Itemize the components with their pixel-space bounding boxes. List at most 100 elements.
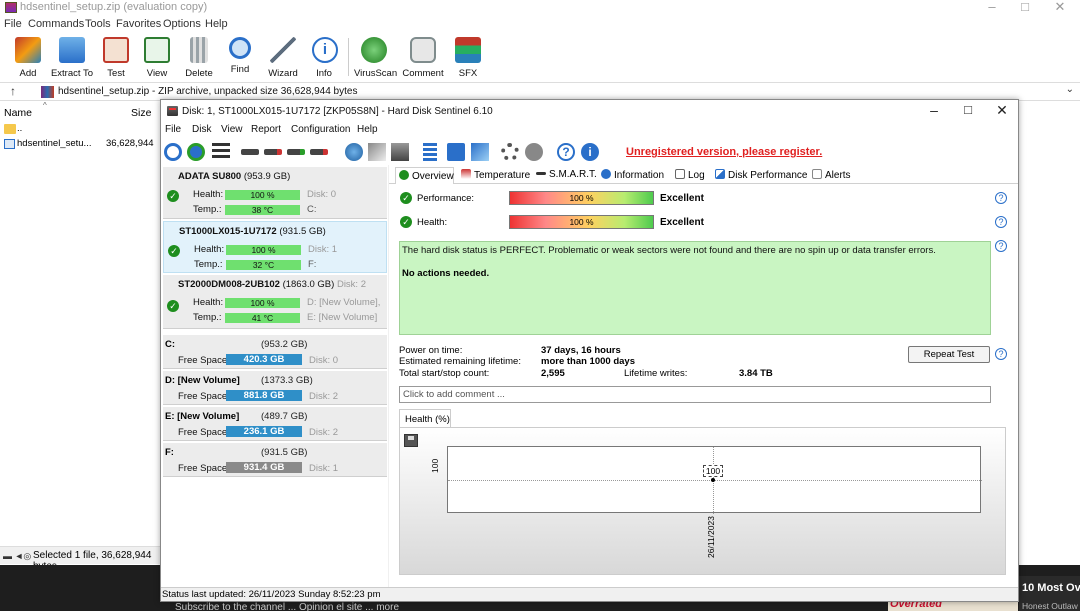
folder-extract-icon xyxy=(59,37,85,63)
info-icon[interactable]: i xyxy=(581,143,599,161)
tab-alerts[interactable]: Alerts xyxy=(812,167,851,184)
report-icon[interactable] xyxy=(423,143,437,161)
drive-volume: D: [New Volume], xyxy=(307,297,381,308)
email-icon[interactable] xyxy=(447,143,465,161)
find-button[interactable]: Find xyxy=(228,36,252,80)
tab-temperature[interactable]: Temperature xyxy=(461,167,530,184)
web-status-icon[interactable] xyxy=(345,143,363,161)
extract-to-button[interactable]: Extract To xyxy=(50,36,94,80)
repeat-test-button[interactable]: Repeat Test xyxy=(908,346,990,363)
help-icon[interactable]: ? xyxy=(995,192,1007,204)
column-size[interactable]: Size xyxy=(131,107,151,119)
hds-statusbar: Status last updated: 26/11/2023 Sunday 8… xyxy=(161,587,1018,601)
rar-toolbar: Add Extract To Test View Delete Find Wiz… xyxy=(0,34,1080,82)
free-space-bar: 236.1 GB xyxy=(226,426,302,437)
tab-overview[interactable]: Overview xyxy=(395,167,454,184)
virus-scan-icon xyxy=(361,37,387,63)
help-icon[interactable]: ? xyxy=(995,216,1007,228)
power-on-value: 37 days, 16 hours xyxy=(541,345,621,356)
maximize-icon[interactable]: □ xyxy=(1018,0,1032,14)
disk-ok-icon[interactable] xyxy=(287,149,305,155)
menu-help[interactable]: Help xyxy=(205,18,228,30)
hds-window-title: Disk: 1, ST1000LX015-1U7172 [ZKP05S8N] -… xyxy=(182,106,493,117)
tab-disk-performance[interactable]: Disk Performance xyxy=(715,167,807,184)
file-row-parent[interactable]: .. xyxy=(0,123,160,137)
list-icon[interactable] xyxy=(212,143,230,161)
check-ok-icon: ✓ xyxy=(400,216,412,228)
hds-menubar: File Disk View Report Configuration Help xyxy=(161,123,1018,138)
virusscan-button[interactable]: VirusScan xyxy=(354,36,397,80)
view-button[interactable]: View xyxy=(143,36,171,80)
save-icon[interactable] xyxy=(404,434,418,447)
close-icon[interactable]: ✕ xyxy=(992,102,1012,119)
help-icon[interactable]: ? xyxy=(557,143,575,161)
wizard-button[interactable]: Wizard xyxy=(266,36,300,80)
tab-log[interactable]: Log xyxy=(675,167,705,184)
tab-health-chart[interactable]: Health (%) xyxy=(399,409,451,428)
sound-icon[interactable] xyxy=(525,143,543,161)
menu-commands[interactable]: Commands xyxy=(28,18,84,30)
menu-file[interactable]: File xyxy=(165,124,181,135)
comment-button[interactable]: Comment xyxy=(402,36,444,80)
drive-volume: E: [New Volume] xyxy=(307,312,378,323)
video-thumbnail[interactable]: 10 Most Ove Honest Outlaw xyxy=(1019,576,1080,611)
drive-item-f[interactable]: F: (931.5 GB) Free Space 931.4 GB Disk: … xyxy=(163,443,387,477)
refresh-all-icon[interactable] xyxy=(187,143,205,161)
help-icon[interactable]: ? xyxy=(995,240,1007,252)
menu-disk[interactable]: Disk xyxy=(192,124,211,135)
temp-bar: 41 °C xyxy=(225,313,300,323)
delete-button[interactable]: Delete xyxy=(185,36,213,80)
unregistered-link[interactable]: Unregistered version, please register. xyxy=(626,146,822,158)
send-report-icon[interactable] xyxy=(471,143,489,161)
disk-test-icon[interactable] xyxy=(241,149,259,155)
disk-surface-icon[interactable] xyxy=(264,149,282,155)
chevron-down-icon[interactable]: ⌄ xyxy=(1066,84,1074,95)
x-tick-label: 26/11/2023 xyxy=(706,516,716,558)
help-icon[interactable]: ? xyxy=(995,348,1007,360)
minimize-icon[interactable]: – xyxy=(985,0,999,14)
menu-help[interactable]: Help xyxy=(357,124,378,135)
close-icon[interactable]: ✕ xyxy=(1053,0,1067,15)
menu-tools[interactable]: Tools xyxy=(85,18,111,30)
settings-gear-icon[interactable] xyxy=(501,143,519,161)
menu-view[interactable]: View xyxy=(221,124,243,135)
drive-item-c[interactable]: C: (953.2 GB) Free Space 420.3 GB Disk: … xyxy=(163,335,387,369)
info-button[interactable]: i Info xyxy=(312,36,338,80)
menu-file[interactable]: File xyxy=(4,18,22,30)
check-ok-icon: ✓ xyxy=(400,192,412,204)
column-name[interactable]: Name xyxy=(4,107,32,119)
tab-smart[interactable]: S.M.A.R.T. xyxy=(536,167,597,184)
menu-configuration[interactable]: Configuration xyxy=(291,124,350,135)
health-label: Health: xyxy=(193,297,224,308)
comment-input[interactable]: Click to add comment ... xyxy=(399,386,991,403)
refresh-icon[interactable] xyxy=(164,143,182,161)
test-button[interactable]: Test xyxy=(103,36,129,80)
minimize-icon[interactable]: – xyxy=(924,102,944,118)
free-space-bar: 931.4 GB xyxy=(226,462,302,473)
disk-item-adata[interactable]: ADATA SU800 (953.9 GB) ✓ Health: 100 % D… xyxy=(163,167,387,219)
disk-item-st1000[interactable]: ST1000LX015-1U7172 (931.5 GB) ✓ Health: … xyxy=(163,221,387,273)
disk-item-st2000[interactable]: ST2000DM008-2UB102 (1863.0 GB) Disk: 2 ✓… xyxy=(163,275,387,329)
disk-info-icon[interactable] xyxy=(391,143,409,161)
disk-error-icon[interactable] xyxy=(310,149,328,155)
overview-panel: Overview Temperature S.M.A.R.T. Informat… xyxy=(389,165,1018,600)
menu-favorites[interactable]: Favorites xyxy=(116,18,161,30)
up-arrow-icon[interactable]: ↑ xyxy=(10,84,16,98)
drive-item-d[interactable]: D: [New Volume] (1373.3 GB) Free Space 8… xyxy=(163,371,387,405)
tab-information[interactable]: Information xyxy=(601,167,664,184)
smart-icon xyxy=(536,172,546,175)
health-bar: 100 % xyxy=(509,215,654,229)
add-button[interactable]: Add xyxy=(14,36,42,80)
menu-report[interactable]: Report xyxy=(251,124,281,135)
file-row-hdsentinel[interactable]: hdsentinel_setu... 36,628,944 xyxy=(0,138,160,152)
drive-size: (489.7 GB) xyxy=(261,411,308,422)
remaining-lifetime-label: Estimated remaining lifetime: xyxy=(399,356,521,367)
tools-icon[interactable] xyxy=(368,143,386,161)
menu-options[interactable]: Options xyxy=(163,18,201,30)
lifetime-writes-value: 3.84 TB xyxy=(739,368,773,379)
temp-label: Temp.: xyxy=(193,204,222,215)
sfx-button[interactable]: SFX xyxy=(455,36,481,80)
maximize-icon[interactable]: □ xyxy=(958,102,978,117)
drive-item-e[interactable]: E: [New Volume] (489.7 GB) Free Space 23… xyxy=(163,407,387,441)
log-icon xyxy=(675,169,685,179)
